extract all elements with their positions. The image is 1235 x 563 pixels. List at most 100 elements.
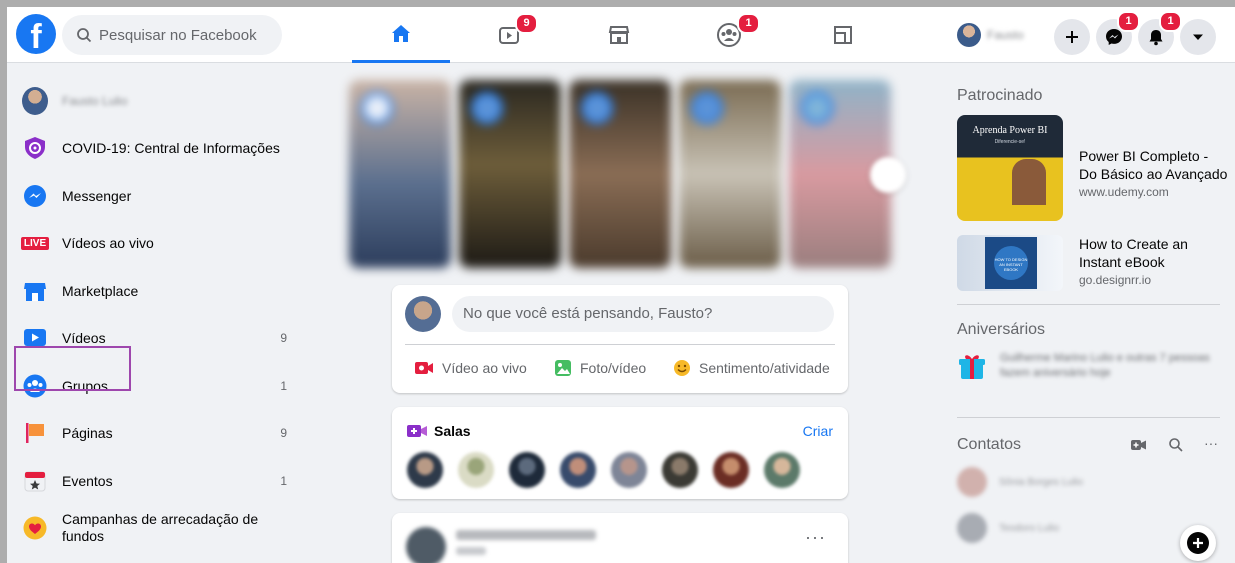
photo-video-label: Foto/vídeo [580,360,647,376]
tab-home[interactable] [352,7,450,63]
post-author-blurred [456,530,596,540]
sidebar-item-profile[interactable]: Fausto Lulio [7,77,307,125]
tab-watch[interactable]: 9 [460,7,558,63]
ad-image: Aprenda Power BI Diferencie-se! [957,115,1063,221]
room-avatar[interactable] [407,452,443,488]
story-card[interactable] [569,80,671,268]
more-options-icon[interactable]: ··· [805,527,826,548]
sidebar-item-label: Vídeos ao vivo [62,235,154,252]
room-avatar[interactable] [764,452,800,488]
top-navigation-bar: f Pesquisar no Facebook 9 1 Fausto 1 1 [7,7,1235,63]
gaming-icon [834,26,852,44]
tab-gaming[interactable] [794,7,892,63]
room-avatar[interactable] [509,452,545,488]
ad-image-person [1012,159,1046,205]
sponsored-heading: Patrocinado [957,87,1043,104]
rooms-card: Salas Criar [392,407,848,499]
search-placeholder: Pesquisar no Facebook [99,26,257,44]
rooms-label: Salas [434,423,471,439]
avatar [957,23,981,47]
room-avatar[interactable] [713,452,749,488]
avatar [957,513,987,543]
left-sidebar: Fausto Lulio COVID-19: Central de Inform… [7,77,307,552]
composer-input[interactable]: No que você está pensando, Fausto? [452,296,834,332]
avatar [406,527,446,563]
video-plus-icon [407,425,427,437]
sidebar-item-count: 9 [280,331,287,346]
contact-name: Sônia Borges Lulio [999,476,1083,488]
messenger-button[interactable]: 1 [1096,11,1140,55]
marketplace-icon [22,278,48,304]
story-card[interactable] [459,80,561,268]
contact-item[interactable]: Teodoro Lulio [957,513,1059,543]
live-video-icon [415,362,433,374]
divider [957,304,1220,305]
live-video-label: Vídeo ao vivo [442,360,527,376]
ad-image: HOW TO DESIGN AN INSTANT EBOOK [957,235,1063,291]
gift-icon [959,355,985,379]
sidebar-item-label: Marketplace [62,282,139,299]
sidebar-item-live-videos[interactable]: LIVE Vídeos ao vivo [7,220,307,268]
smiley-icon [674,360,690,376]
covid-shield-icon [22,135,48,161]
sidebar-item-label: Fausto Lulio [62,93,128,108]
fundraiser-icon [22,515,48,541]
store-icon [608,26,630,44]
photo-video-button[interactable]: Foto/vídeo [554,357,646,379]
ad-image-title: Aprenda Power BI [972,125,1048,136]
ad-title: Power BI Completo - Do Básico ao Avançad… [1079,148,1228,182]
divider [405,344,835,345]
sidebar-item-marketplace[interactable]: Marketplace [7,267,307,315]
facebook-logo[interactable]: f [16,14,56,54]
room-avatar[interactable] [662,452,698,488]
tab-groups[interactable]: 1 [680,7,778,63]
contacts-heading: Contatos [957,436,1022,453]
create-button[interactable] [1054,19,1090,55]
events-icon [22,468,48,494]
sidebar-item-label: Messenger [62,187,132,204]
avatar [405,296,441,332]
feed-post: ··· [392,513,848,563]
contact-item[interactable]: Sônia Borges Lulio [957,467,1083,497]
room-avatar[interactable] [458,452,494,488]
live-badge: LIVE [20,236,50,250]
more-options-icon[interactable]: ··· [1204,435,1218,451]
facebook-window: f Pesquisar no Facebook 9 1 Fausto 1 1 F… [7,7,1235,563]
sidebar-item-messenger[interactable]: Messenger [7,172,307,220]
sidebar-item-label: Eventos [62,472,113,489]
live-video-button[interactable]: Vídeo ao vivo [414,357,527,379]
search-icon[interactable] [1168,437,1184,453]
search-input[interactable]: Pesquisar no Facebook [62,15,282,55]
messenger-icon [22,183,48,209]
feeling-activity-button[interactable]: Sentimento/atividade [673,357,830,379]
live-icon: LIVE [20,230,50,256]
story-card[interactable] [349,80,451,268]
create-room-link[interactable]: Criar [803,423,833,439]
notifications-button[interactable]: 1 [1138,11,1182,55]
ad-item[interactable]: HOW TO DESIGN AN INSTANT EBOOK How to Cr… [957,235,1219,291]
story-card[interactable] [679,80,781,268]
bell-icon [1149,30,1163,46]
caret-down-icon [1193,34,1203,40]
new-room-icon[interactable] [1131,439,1147,451]
sidebar-item-fundraisers[interactable]: Campanhas de arrecadação de fundos [7,505,307,553]
new-message-button[interactable] [1180,525,1216,561]
room-avatar[interactable] [560,452,596,488]
ad-item[interactable]: Aprenda Power BI Diferencie-se! Power BI… [957,115,1229,221]
birthday-notice[interactable]: Guilherme Marino Lulio e outras 7 pessoa… [957,351,1220,381]
sidebar-item-events[interactable]: Eventos 1 [7,457,307,505]
stories-next-button[interactable] [870,157,906,193]
contact-name: Teodoro Lulio [999,522,1060,534]
profile-chip[interactable]: Fausto [957,19,1024,51]
birthdays-heading: Aniversários [957,321,1046,338]
sidebar-item-label: Vídeos [62,330,106,347]
sidebar-item-covid[interactable]: COVID-19: Central de Informações [7,125,307,173]
tab-marketplace[interactable] [570,7,668,63]
search-icon [77,28,92,43]
profile-name: Fausto [987,28,1024,42]
room-avatar[interactable] [611,452,647,488]
account-menu-button[interactable] [1180,19,1216,55]
stories-tray [349,80,891,270]
new-message-icon [1187,532,1209,554]
sidebar-item-pages[interactable]: Páginas 9 [7,410,307,458]
